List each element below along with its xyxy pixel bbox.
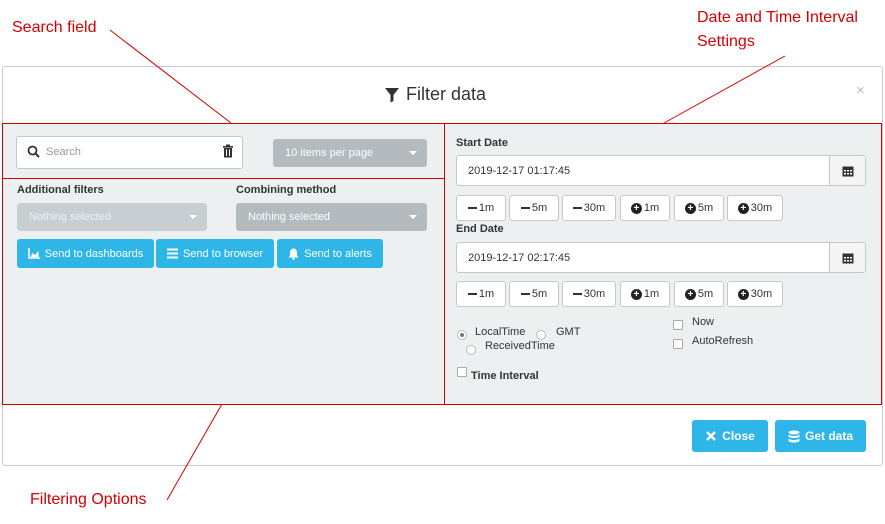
database-icon: [788, 430, 800, 442]
get-data-button-label: Get data: [804, 429, 853, 443]
close-icon: [706, 431, 717, 441]
get-data-button[interactable]: Get data: [775, 420, 866, 452]
close-button[interactable]: Close: [692, 420, 768, 452]
close-button-label: Close: [722, 429, 755, 443]
